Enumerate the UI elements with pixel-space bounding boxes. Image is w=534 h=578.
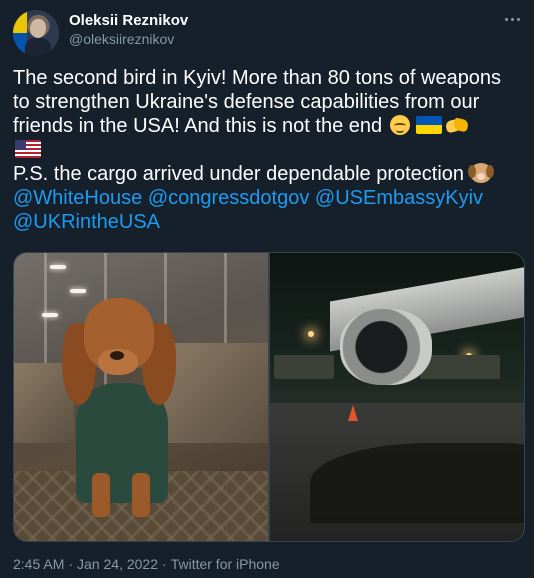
relieved-face-icon — [389, 115, 410, 135]
author-handle[interactable]: @oleksiireznikov — [69, 31, 174, 47]
tweet-time[interactable]: 2:45 AM — [13, 556, 64, 572]
tweet-line: The second bird in Kyiv! More than 80 to… — [13, 67, 502, 89]
tweet-line-text: friends in the USA! And this is not the … — [13, 115, 383, 137]
dog-face-icon — [468, 163, 495, 183]
tweet-line: @UKRintheUSA — [13, 210, 525, 234]
airplane-engine-night-photo[interactable] — [270, 253, 524, 541]
tweet-date[interactable]: Jan 24, 2022 — [77, 556, 158, 572]
author-name[interactable]: Oleksii Reznikov — [69, 12, 188, 29]
tweet-text: The second bird in Kyiv! More than 80 to… — [13, 66, 525, 234]
ukraine-flag-icon — [415, 116, 442, 134]
more-options-icon[interactable] — [505, 12, 525, 26]
tweet-card: Oleksii Reznikov @oleksiireznikov The se… — [0, 0, 534, 578]
mention-usembassykyiv[interactable]: @USEmbassyKyiv — [315, 187, 483, 209]
tweet-line: to strengthen Ukraine's defense capabili… — [13, 91, 480, 113]
tweet-source[interactable]: Twitter for iPhone — [171, 556, 280, 572]
meta-separator: · — [68, 556, 74, 572]
us-flag-icon — [15, 140, 41, 158]
meta-separator: · — [162, 556, 167, 572]
tweet-line: @WhiteHouse @congressdotgov @USEmbassyKy… — [13, 186, 525, 210]
tweet-media — [13, 252, 525, 542]
tweet-meta: 2:45 AM · Jan 24, 2022 · Twitter for iPhone — [13, 556, 280, 572]
mention-congressdotgov[interactable]: @congressdotgov — [148, 187, 310, 209]
cargo-bay-dog-photo[interactable] — [14, 253, 268, 541]
mention-whitehouse[interactable]: @WhiteHouse — [13, 187, 142, 209]
handshake-icon — [446, 117, 468, 135]
tweet-line: friends in the USA! And this is not the … — [13, 114, 525, 138]
ps-text: P.S. the cargo arrived under dependable … — [13, 163, 465, 185]
tweet-line — [13, 138, 525, 162]
airplane-engine — [340, 309, 432, 385]
avatar-face — [30, 19, 46, 38]
author-avatar[interactable] — [13, 10, 59, 56]
avatar-suit — [25, 38, 51, 56]
tweet-line: P.S. the cargo arrived under dependable … — [13, 162, 525, 186]
mention-ukrintheusa[interactable]: @UKRintheUSA — [13, 211, 160, 233]
